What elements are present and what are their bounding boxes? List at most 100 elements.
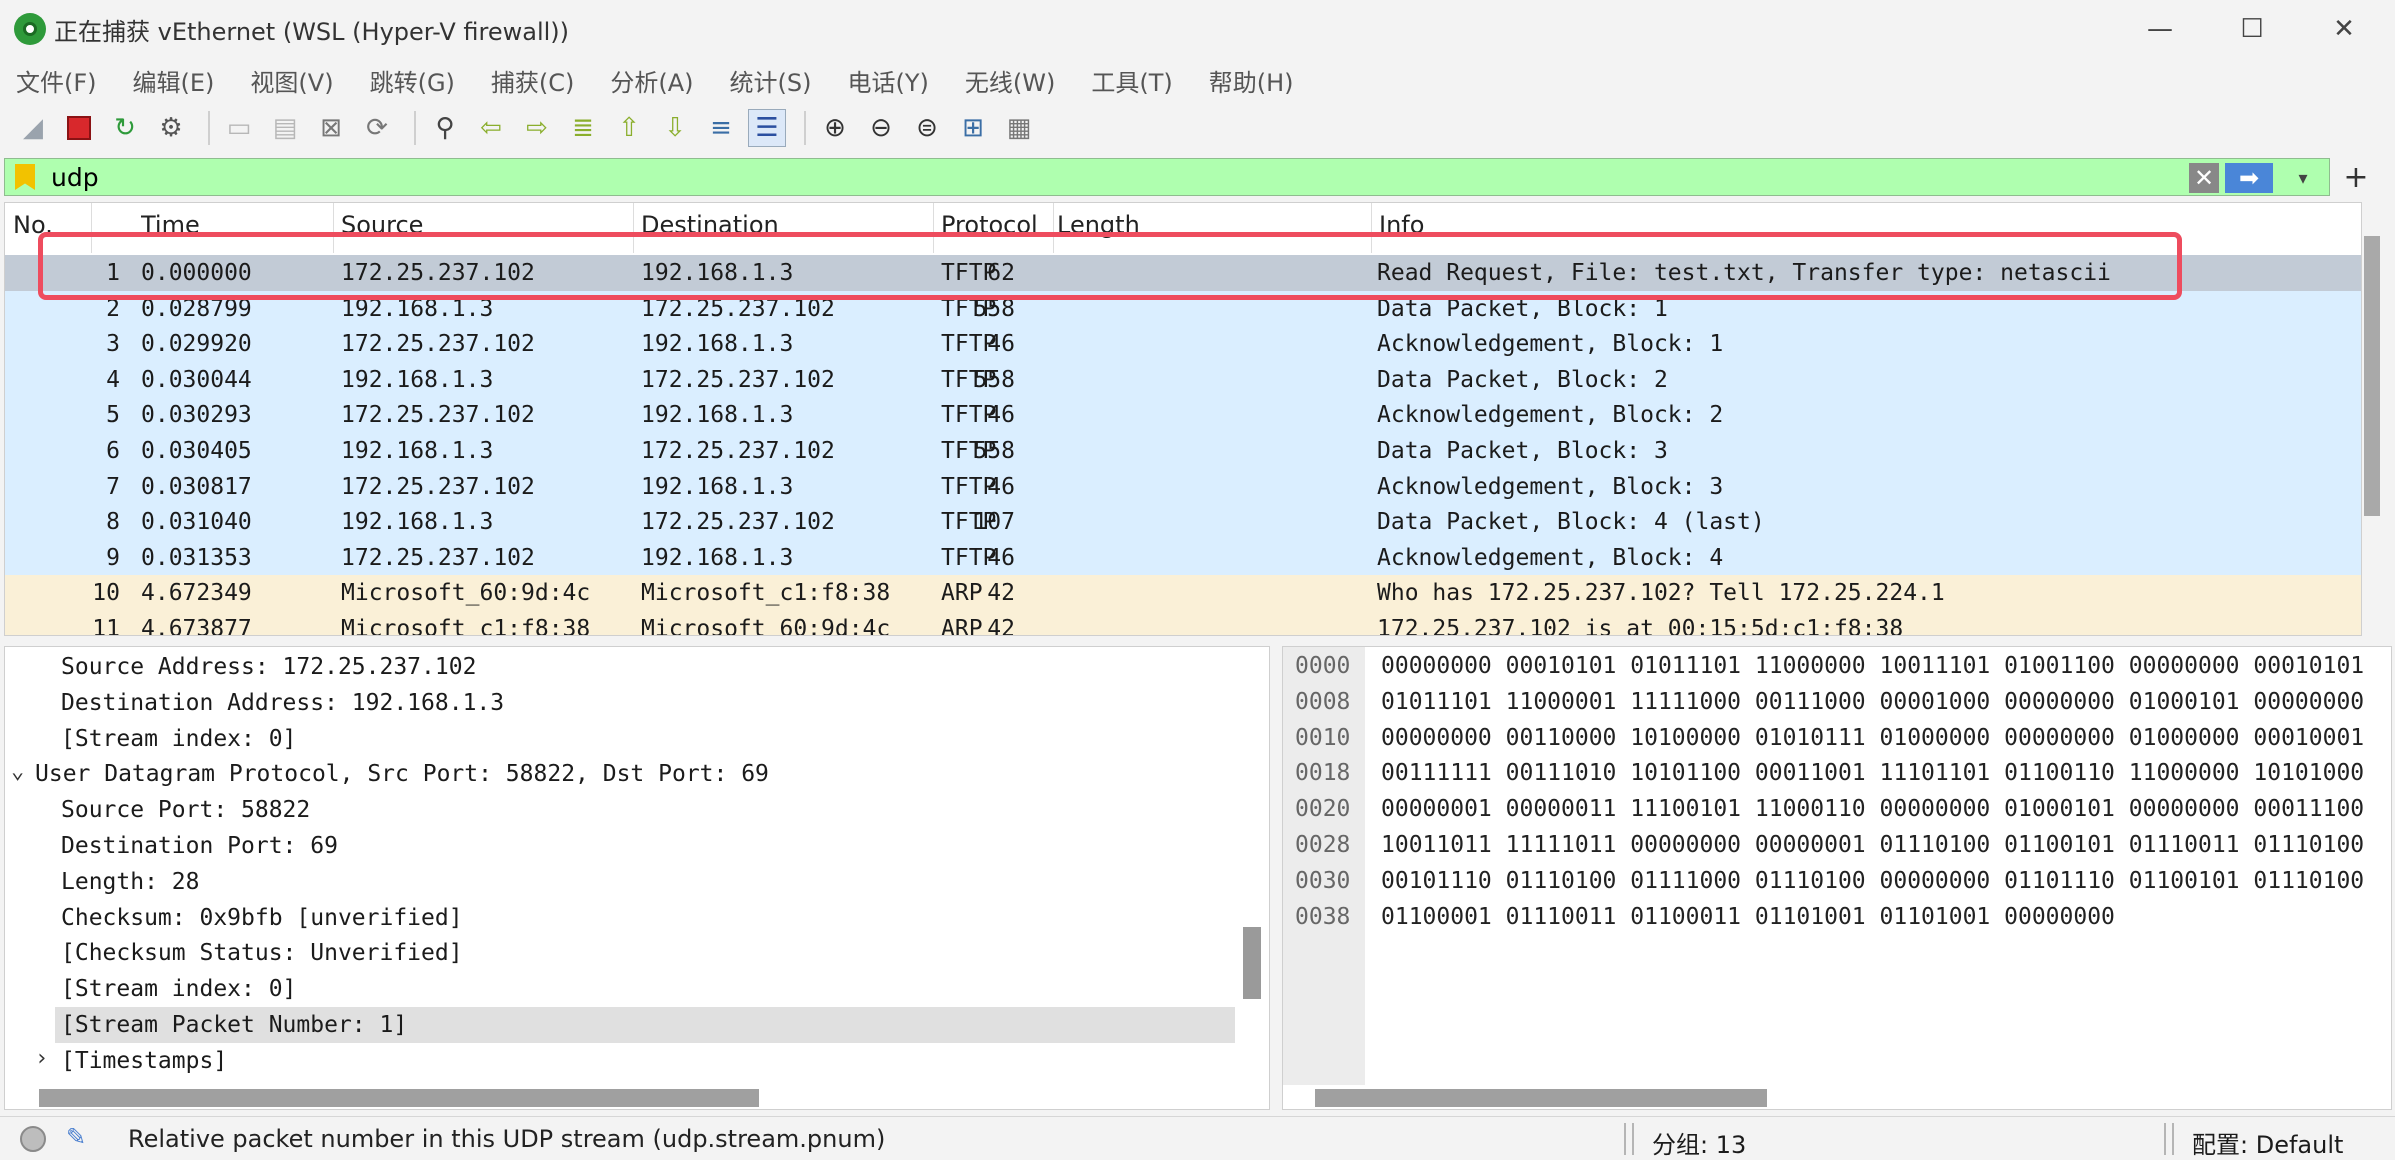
cell-time: 0.030817 xyxy=(141,473,252,500)
menu-item-3[interactable]: 跳转(G) xyxy=(370,63,455,98)
column-header-source[interactable]: Source xyxy=(341,211,631,239)
byte-bits[interactable]: 00111111 00111010 10101100 00011001 1110… xyxy=(1381,760,2364,786)
table-row[interactable]: 5 0.030293 172.25.237.102 192.168.1.3 TFTP 46… xyxy=(5,397,2361,434)
detail-tree-item[interactable]: Destination Port: 69 xyxy=(5,828,1235,864)
profile-selector[interactable]: 配置: Default xyxy=(2192,1125,2343,1160)
detail-tree-item[interactable]: [Stream index: 0] xyxy=(5,971,1235,1007)
toolbar-separator xyxy=(804,111,806,145)
table-row[interactable]: 3 0.029920 172.25.237.102 192.168.1.3 TFTP 46… xyxy=(5,326,2361,363)
toolbar-separator xyxy=(414,111,416,145)
cell-time: 0.028799 xyxy=(141,295,252,322)
find-packet-icon[interactable]: ⚲ xyxy=(426,109,464,147)
display-filter-input[interactable] xyxy=(51,162,2051,192)
byte-bits[interactable]: 00000000 00110000 10100000 01010111 0100… xyxy=(1381,725,2364,751)
close-button[interactable]: ✕ xyxy=(2298,0,2390,58)
menu-item-6[interactable]: 统计(S) xyxy=(730,63,812,98)
byte-bits[interactable]: 00101110 01110100 01111000 01110100 0000… xyxy=(1381,868,2364,894)
chevron-down-icon[interactable]: ⌄ xyxy=(11,759,24,784)
menu-item-5[interactable]: 分析(A) xyxy=(610,63,693,98)
chevron-down-icon[interactable]: ▾ xyxy=(2283,161,2323,195)
table-row[interactable]: 4 0.030044 192.168.1.3 172.25.237.102 TFTP 55… xyxy=(5,361,2361,398)
byte-offset: 0018 xyxy=(1295,760,1351,787)
zoom-out-icon[interactable]: ⊖ xyxy=(862,109,900,147)
first-packet-icon[interactable]: ⇧ xyxy=(610,109,648,147)
layout-icon[interactable]: ▦ xyxy=(1000,109,1038,147)
byte-bits[interactable]: 01100001 01110011 01100011 01101001 0110… xyxy=(1381,904,2115,930)
detail-tree-item[interactable]: Checksum: 0x9bfb [unverified] xyxy=(5,900,1235,936)
detail-tree-item[interactable]: [Stream Packet Number: 1] xyxy=(55,1007,1235,1043)
table-row[interactable]: 1 0.000000 172.25.237.102 192.168.1.3 TFTP 62… xyxy=(5,255,2361,291)
shark-fin-start-icon[interactable]: ◢ xyxy=(14,109,52,147)
resize-columns-icon[interactable]: ⊞ xyxy=(954,109,992,147)
title-bar: 正在捕获 vEthernet (WSL (Hyper-V firewall)) … xyxy=(0,0,2395,58)
cell-time: 4.672349 xyxy=(141,580,252,607)
minimize-button-2[interactable]: — xyxy=(2114,0,2206,58)
details-vertical-scrollbar[interactable] xyxy=(1243,927,1261,999)
menu-item-0[interactable]: 文件(F) xyxy=(16,63,97,98)
detail-tree-item[interactable]: [Checksum Status: Unverified] xyxy=(5,935,1235,971)
menu-item-10[interactable]: 帮助(H) xyxy=(1209,63,1294,98)
last-packet-icon[interactable]: ⇩ xyxy=(656,109,694,147)
expert-info-led-icon[interactable] xyxy=(20,1126,46,1152)
restart-capture-icon[interactable]: ↻ xyxy=(106,109,144,147)
apply-filter-arrow-icon[interactable]: ➡ xyxy=(2225,163,2273,193)
bookmark-icon[interactable] xyxy=(15,164,35,190)
detail-tree-item[interactable]: Source Port: 58822 xyxy=(5,792,1235,828)
go-to-packet-icon[interactable]: ≣ xyxy=(564,109,602,147)
detail-tree-item[interactable]: Destination Address: 192.168.1.3 xyxy=(5,685,1235,721)
details-horizontal-scrollbar[interactable] xyxy=(39,1089,759,1107)
menu-item-9[interactable]: 工具(T) xyxy=(1091,63,1172,98)
byte-bits[interactable]: 01011101 11000001 11111000 00111000 0000… xyxy=(1381,689,2364,715)
reload-file-icon[interactable]: ⟳ xyxy=(358,109,396,147)
go-forward-icon[interactable]: ⇨ xyxy=(518,109,556,147)
menu-item-4[interactable]: 捕获(C) xyxy=(491,63,574,98)
byte-bits[interactable]: 00000001 00000011 11100101 11000110 0000… xyxy=(1381,796,2364,822)
display-filter-bar: ✕ ➡ ▾ xyxy=(4,158,2330,196)
table-row[interactable]: 10 4.672349 Microsoft_60:9d:4c Microsoft_c1… xyxy=(5,575,2361,612)
table-row[interactable]: 7 0.030817 172.25.237.102 192.168.1.3 TFTP 46… xyxy=(5,468,2361,505)
packet-list-scrollbar[interactable] xyxy=(2364,236,2380,516)
cell-no: 5 xyxy=(106,402,120,429)
table-row[interactable]: 8 0.031040 192.168.1.3 172.25.237.102 TFTP 10… xyxy=(5,504,2361,541)
detail-tree-item[interactable]: › [Timestamps] xyxy=(5,1043,1235,1079)
detail-tree-item[interactable]: Source Address: 172.25.237.102 xyxy=(5,649,1235,685)
close-file-icon[interactable]: ⊠ xyxy=(312,109,350,147)
table-row[interactable]: 11 4.673877 Microsoft_c1:f8:38 Microsoft_60… xyxy=(5,611,2361,635)
colorize-icon[interactable]: ☰ xyxy=(748,109,786,147)
bytes-horizontal-scrollbar[interactable] xyxy=(1315,1089,1767,1107)
column-header-protocol[interactable]: Protocol xyxy=(941,211,1051,239)
edit-comment-icon[interactable]: ✎ xyxy=(66,1123,96,1153)
menu-item-2[interactable]: 视图(V) xyxy=(250,63,333,98)
go-back-icon[interactable]: ⇦ xyxy=(472,109,510,147)
chevron-right-icon[interactable]: › xyxy=(35,1046,48,1071)
clear-filter-icon[interactable]: ✕ xyxy=(2189,163,2219,193)
detail-tree-item[interactable]: Length: 28 xyxy=(5,864,1235,900)
column-header-no[interactable]: No. xyxy=(13,211,89,239)
column-header-destination[interactable]: Destination xyxy=(641,211,931,239)
add-filter-button[interactable]: + xyxy=(2336,158,2376,196)
menu-item-7[interactable]: 电话(Y) xyxy=(848,63,929,98)
open-file-icon[interactable]: ▭ xyxy=(220,109,258,147)
table-row[interactable]: 6 0.030405 192.168.1.3 172.25.237.102 TFTP 55… xyxy=(5,433,2361,469)
table-row[interactable]: 2 0.028799 192.168.1.3 172.25.237.102 TFTP 55… xyxy=(5,290,2361,327)
maximize-button[interactable]: ☐ xyxy=(2206,0,2298,58)
auto-scroll-icon[interactable]: ≡ xyxy=(702,109,740,147)
detail-tree-item[interactable]: [Stream index: 0] xyxy=(5,721,1235,757)
detail-tree-item[interactable]: ⌄ User Datagram Protocol, Src Port: 58822… xyxy=(5,756,1235,792)
cell-length: 46 xyxy=(987,544,1015,571)
byte-bits[interactable]: 00000000 00010101 01011101 11000000 1001… xyxy=(1381,653,2364,679)
cell-info: Who has 172.25.237.102? Tell 172.25.224.… xyxy=(1377,580,1945,607)
column-header-info[interactable]: Info xyxy=(1379,211,1779,239)
menu-item-1[interactable]: 编辑(E) xyxy=(133,63,215,98)
stop-capture-icon[interactable] xyxy=(60,109,98,147)
toolbar-separator xyxy=(208,111,210,145)
byte-bits[interactable]: 10011011 11111011 00000000 00000001 0111… xyxy=(1381,832,2364,858)
column-header-length[interactable]: Length xyxy=(1057,211,1357,239)
save-file-icon[interactable]: ▤ xyxy=(266,109,304,147)
zoom-in-icon[interactable]: ⊕ xyxy=(816,109,854,147)
menu-item-8[interactable]: 无线(W) xyxy=(965,63,1055,98)
column-header-time[interactable]: Time xyxy=(141,211,331,239)
zoom-normal-icon[interactable]: ⊜ xyxy=(908,109,946,147)
capture-options-icon[interactable]: ⚙ xyxy=(152,109,190,147)
table-row[interactable]: 9 0.031353 172.25.237.102 192.168.1.3 TFTP 46… xyxy=(5,539,2361,576)
